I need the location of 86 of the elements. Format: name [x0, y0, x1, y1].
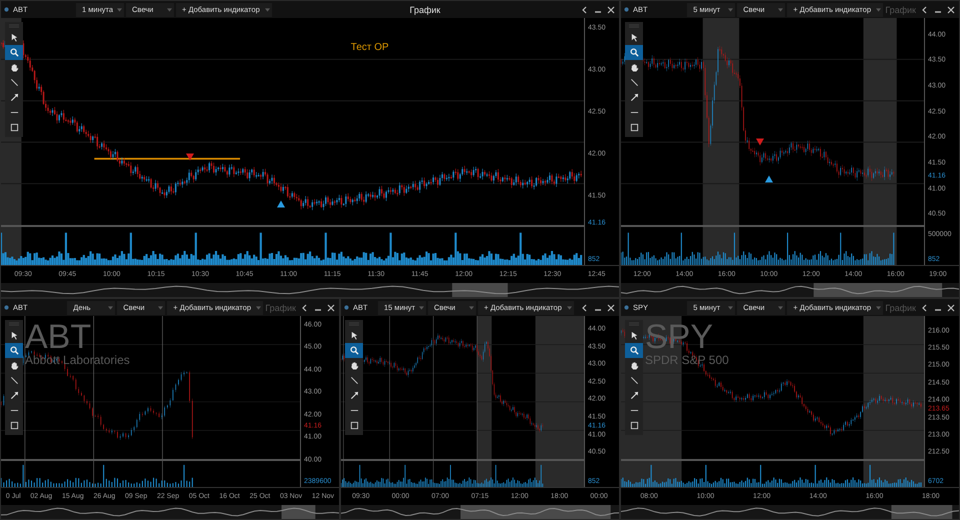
- navigator-bar[interactable]: [1, 283, 619, 297]
- search-icon: [350, 346, 358, 355]
- line-icon: [10, 376, 18, 385]
- watermark-symbol: SPY: [645, 320, 714, 354]
- zoom-tool[interactable]: [625, 45, 643, 60]
- rectangle-icon: [10, 421, 18, 430]
- navigator-window[interactable]: [891, 505, 952, 519]
- navigator-bar[interactable]: [341, 505, 619, 519]
- collapse-icon[interactable]: [581, 6, 589, 14]
- caret-icon: [117, 8, 122, 12]
- link-icon: [4, 7, 9, 12]
- cursor-icon: [10, 33, 18, 42]
- hand-icon: [630, 63, 638, 72]
- chart-annotation: Тест OP: [350, 42, 389, 53]
- hand-icon: [630, 361, 638, 370]
- watermark-symbol: ABT: [25, 320, 92, 354]
- hand-icon: [350, 361, 358, 370]
- caret-icon: [265, 8, 270, 12]
- hand-icon: [10, 63, 18, 72]
- search-icon: [630, 346, 638, 355]
- navigator-window[interactable]: [282, 505, 316, 519]
- navigator-window[interactable]: [452, 283, 508, 297]
- link-icon: [344, 305, 349, 310]
- search-icon: [630, 48, 638, 57]
- close-icon[interactable]: [947, 6, 955, 14]
- collapse-icon[interactable]: [921, 304, 929, 312]
- zoom-tool[interactable]: [345, 343, 363, 358]
- cursor-icon: [350, 331, 358, 340]
- navigator-bar[interactable]: [621, 505, 959, 519]
- caret-icon: [728, 8, 734, 12]
- cursor-icon: [630, 331, 638, 340]
- hand-icon: [10, 361, 18, 370]
- rectangle-icon: [10, 123, 18, 132]
- zoom-tool[interactable]: [5, 343, 23, 358]
- collapse-icon[interactable]: [301, 304, 309, 312]
- zoom-tool[interactable]: [625, 343, 643, 358]
- line-icon: [350, 376, 358, 385]
- arrow-icon: [10, 93, 18, 102]
- caret-icon: [419, 306, 424, 310]
- zoom-tool[interactable]: [5, 45, 23, 60]
- line-icon: [630, 78, 638, 87]
- caret-icon: [778, 8, 784, 12]
- cursor-icon: [630, 33, 638, 42]
- search-icon: [10, 346, 18, 355]
- caret-icon: [778, 306, 784, 310]
- collapse-icon[interactable]: [581, 304, 589, 312]
- close-icon[interactable]: [607, 6, 615, 14]
- caret-icon: [167, 8, 172, 12]
- navigator-bar[interactable]: [621, 283, 959, 297]
- panel-title: График: [408, 4, 442, 14]
- caret-icon: [469, 306, 474, 310]
- caret-icon: [256, 306, 262, 310]
- cursor-icon: [10, 331, 18, 340]
- buy-marker-icon: [765, 176, 774, 183]
- sell-marker-icon: [186, 153, 194, 160]
- navigator-bar[interactable]: [1, 505, 339, 519]
- link-icon: [624, 7, 629, 12]
- close-icon[interactable]: [947, 304, 955, 312]
- link-icon: [624, 305, 629, 310]
- panel-title: График: [885, 302, 916, 312]
- buy-marker-icon: [276, 200, 285, 208]
- arrow-icon: [630, 93, 638, 102]
- close-icon[interactable]: [327, 304, 335, 312]
- panel-title: График: [885, 4, 916, 14]
- arrow-icon: [630, 391, 638, 400]
- arrow-icon: [350, 391, 358, 400]
- caret-icon: [108, 306, 114, 310]
- caret-icon: [567, 306, 572, 310]
- caret-icon: [158, 306, 164, 310]
- sell-marker-icon: [756, 138, 764, 146]
- rectangle-icon: [630, 421, 638, 430]
- panel-title: График: [265, 302, 296, 312]
- link-icon: [4, 305, 9, 310]
- caret-icon: [876, 306, 882, 310]
- line-icon: [630, 376, 638, 385]
- rectangle-icon: [350, 421, 358, 430]
- search-icon: [10, 48, 18, 57]
- collapse-icon[interactable]: [921, 6, 929, 14]
- caret-icon: [728, 306, 734, 310]
- navigator-window[interactable]: [460, 505, 611, 519]
- navigator-window[interactable]: [814, 283, 942, 297]
- close-icon[interactable]: [607, 304, 615, 312]
- arrow-icon: [10, 391, 18, 400]
- caret-icon: [876, 8, 882, 12]
- line-icon: [10, 78, 18, 87]
- rectangle-icon: [630, 123, 638, 132]
